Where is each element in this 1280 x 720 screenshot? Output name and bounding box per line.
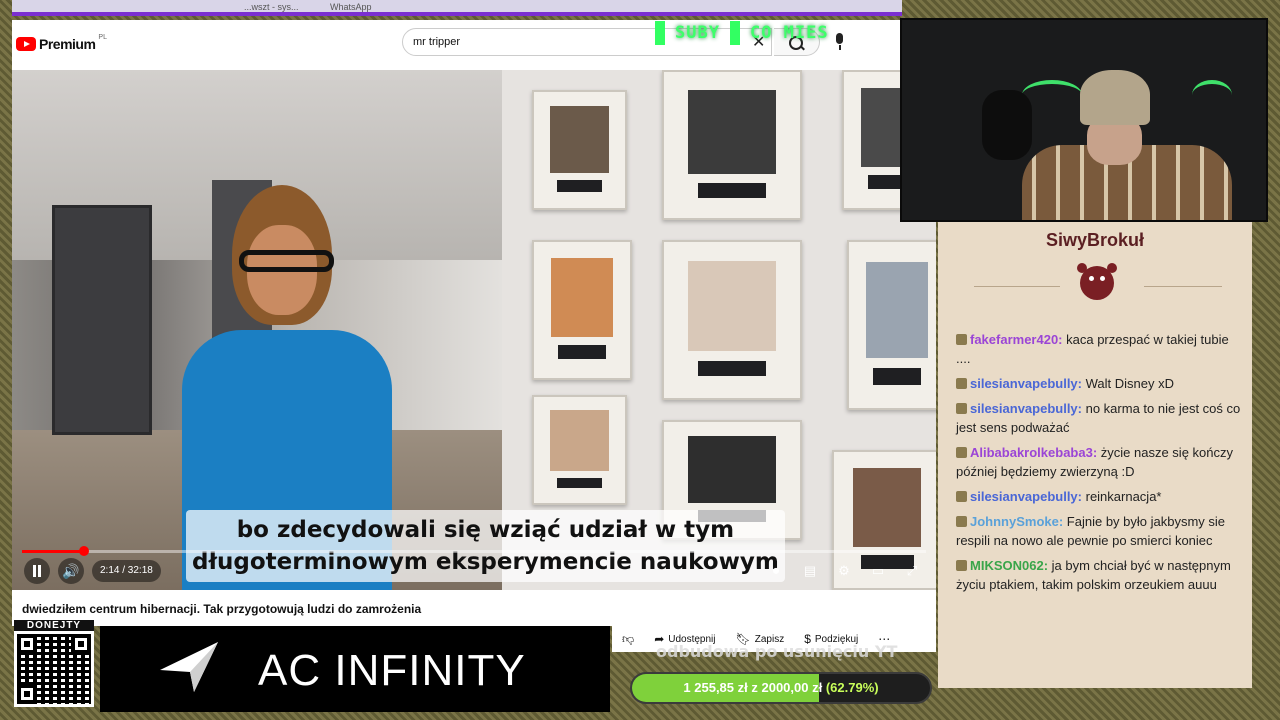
sponsor-brand: AC INFINITY: [258, 646, 526, 695]
thumbs-down-icon: 👎︎: [622, 631, 635, 646]
subtitle-caption: bo zdecydowali się wziąć udział w tym dł…: [186, 510, 785, 582]
chat-message: MIKSON062: ja bym chciał być w następnym…: [956, 556, 1246, 594]
progress-played: [22, 550, 85, 553]
stream-chat: SiwyBrokuł fakefarmer420: kaca przespać …: [938, 222, 1252, 688]
time-display: 2:14 / 32:18: [92, 560, 161, 582]
youtube-logo[interactable]: Premium PL: [16, 33, 107, 52]
microphone-icon[interactable]: [828, 30, 852, 54]
region-label: PL: [98, 33, 107, 41]
chat-badge-icon: [956, 516, 967, 527]
chat-message: Alibabakrolkebaba3: życie nasze się końc…: [956, 443, 1246, 481]
chat-username[interactable]: fakefarmer420:: [970, 332, 1063, 347]
wall-frame: [662, 70, 802, 220]
chat-message: silesianvapebully: reinkarnacja*: [956, 487, 1246, 506]
chat-badge-icon: [956, 378, 967, 389]
chat-username[interactable]: Alibabakrolkebaba3:: [970, 445, 1097, 460]
donation-goal-bar: 1 255,85 zł z 2000,00 zł (62.79%): [630, 672, 932, 704]
ac-infinity-logo-icon: [160, 642, 218, 692]
goal-target: 2000,00 zł: [761, 680, 823, 695]
donate-label: DONEJTY: [14, 620, 94, 631]
fullscreen-icon[interactable]: ⤢: [900, 559, 924, 583]
qr-finder: [17, 684, 37, 704]
player-right-controls: ⏺ ▤ ⚙ ▭ ⤢: [764, 559, 924, 583]
chat-divider: [974, 286, 1060, 287]
month-label: CO MIES: [749, 23, 829, 43]
month-bar-icon: [729, 21, 740, 45]
chat-text: reinkarnacja*: [1082, 489, 1162, 504]
goal-percent: (62.79%): [825, 680, 879, 695]
webcam-microphone: [982, 90, 1032, 160]
subs-bar-icon: [655, 21, 665, 45]
chat-username[interactable]: MIKSON062:: [970, 558, 1048, 573]
chat-message: silesianvapebully: no karma to nie jest …: [956, 399, 1246, 437]
chat-badge-icon: [956, 560, 967, 571]
sponsor-banner: AC INFINITY: [100, 626, 610, 712]
chat-badge-icon: [956, 447, 967, 458]
qr-finder: [17, 634, 37, 654]
channel-emblem-icon: [1077, 263, 1114, 300]
streamer-webcam: [900, 18, 1268, 222]
youtube-premium-label: Premium: [39, 36, 96, 52]
qr-finder: [71, 634, 91, 654]
youtube-play-icon: [16, 37, 36, 51]
theater-mode-icon[interactable]: ▭: [866, 559, 890, 583]
chat-messages: fakefarmer420: kaca przespać w takiej tu…: [956, 330, 1246, 600]
video-progress-bar[interactable]: [22, 546, 926, 556]
chat-text: Walt Disney xD: [1082, 376, 1174, 391]
chat-message: fakefarmer420: kaca przespać w takiej tu…: [956, 330, 1246, 368]
chat-username[interactable]: JohnnySmoke:: [970, 514, 1063, 529]
pause-icon[interactable]: [24, 558, 50, 584]
chat-badge-icon: [956, 491, 967, 502]
goal-separator: z: [751, 680, 758, 695]
subs-label: SUBY: [675, 23, 720, 43]
browser-tab-whatsapp[interactable]: WhatsApp: [330, 2, 372, 12]
video-player[interactable]: bo zdecydowali się wziąć udział w tym dł…: [12, 70, 936, 590]
video-title: dwiedziłem centrum hibernacji. Tak przyg…: [22, 602, 422, 616]
chat-message: silesianvapebully: Walt Disney xD: [956, 374, 1246, 393]
wall-frame: [532, 240, 632, 380]
chat-channel-name: SiwyBrokuł: [1045, 230, 1145, 250]
goal-title: odbudowa po usunięciu YT: [656, 642, 898, 661]
dislike-button[interactable]: 👎︎: [612, 627, 644, 651]
settings-icon[interactable]: ⚙: [832, 559, 856, 583]
goal-current: 1 255,85 zł: [683, 680, 748, 695]
wall-frame: [532, 395, 627, 505]
wall-frame: [847, 240, 936, 410]
webcam-green-light: [1192, 80, 1232, 110]
caption-line-1: bo zdecydowali się wziąć udział w tym: [236, 517, 735, 543]
video-door: [52, 205, 152, 435]
wall-frame: [662, 240, 802, 400]
wall-frame: [532, 90, 627, 210]
browser-tab-strip: ...wszt - sys... WhatsApp: [12, 0, 902, 16]
chat-username[interactable]: silesianvapebully:: [970, 376, 1082, 391]
volume-icon[interactable]: 🔊: [58, 558, 84, 584]
chat-badge-icon: [956, 334, 967, 345]
subs-overlay: SUBY CO MIES: [655, 20, 829, 46]
chat-username[interactable]: silesianvapebully:: [970, 401, 1082, 416]
subtitles-icon[interactable]: ▤: [798, 559, 822, 583]
chat-message: JohnnySmoke: Fajnie by było jakbysmy sie…: [956, 512, 1246, 550]
autoplay-toggle-icon[interactable]: ⏺: [764, 559, 788, 583]
video-title-bar: dwiedziłem centrum hibernacji. Tak przyg…: [12, 590, 936, 626]
chat-badge-icon: [956, 403, 967, 414]
goal-text: 1 255,85 zł z 2000,00 zł (62.79%): [632, 674, 930, 702]
webcam-streamer-hat: [1080, 70, 1150, 125]
chat-username[interactable]: silesianvapebully:: [970, 489, 1082, 504]
donate-qr-code[interactable]: [14, 631, 94, 707]
browser-tab-label[interactable]: ...wszt - sys...: [244, 2, 299, 12]
chat-divider: [1144, 286, 1222, 287]
